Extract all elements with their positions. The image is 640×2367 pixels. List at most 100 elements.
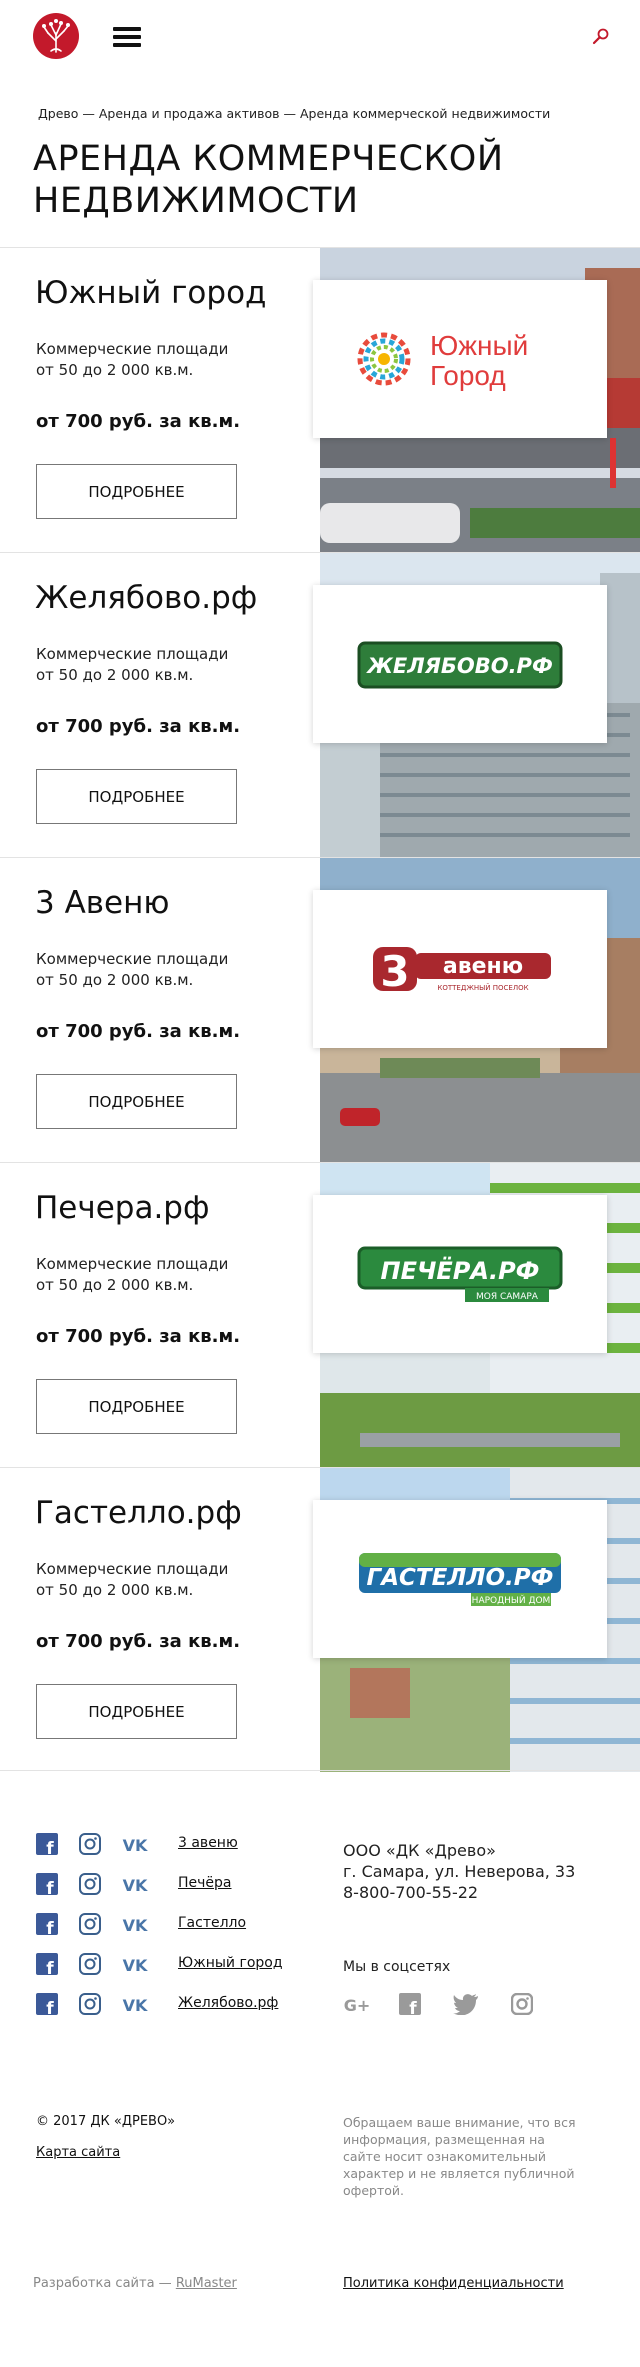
vk-icon[interactable]: VK [119,1953,151,1975]
sitemap-link[interactable]: Карта сайта [36,2145,120,2160]
svg-text:VK: VK [123,1996,148,2015]
project-logo-subtext: МОЯ САМАРА [476,1292,539,1302]
project-card: 3 Авеню Коммерческие площади от 50 до 2 0… [0,857,640,1162]
site-footer: f VK 3 авеню f VK Печёра f VK Гастелло f… [0,1770,640,2367]
project-area-label: Коммерческие площади [36,950,229,968]
details-button[interactable]: ПОДРОБНЕЕ [36,464,237,519]
details-button[interactable]: ПОДРОБНЕЕ [36,1074,237,1129]
privacy-policy-link[interactable]: Политика конфиденциальности [343,2276,564,2291]
project-price: от 700 руб. за кв.м. [36,1631,241,1652]
svg-text:f: f [409,1999,417,2015]
project-logo: ПЕЧЁРА.РФ МОЯ САМАРА [313,1195,607,1353]
project-card: Южный город Коммерческие площади от 50 до… [0,247,640,552]
project-description: Коммерческие площади от 50 до 2 000 кв.м. [36,644,296,686]
project-description: Коммерческие площади от 50 до 2 000 кв.м. [36,339,296,381]
site-header [0,0,640,74]
project-logo-subtext: НАРОДНЫЙ ДОМ [472,1594,551,1606]
vk-icon[interactable]: VK [119,1873,151,1895]
instagram-icon[interactable] [79,1833,101,1855]
instagram-icon[interactable] [79,1873,101,1895]
developer-prefix: Разработка сайта — [33,2276,172,2291]
facebook-icon[interactable]: f [36,1993,58,2019]
twitter-icon[interactable] [453,1993,479,2016]
project-area-label: Коммерческие площади [36,1255,229,1273]
facebook-icon[interactable]: f [36,1833,58,1859]
tree-logo[interactable] [33,13,79,59]
project-price: от 700 руб. за кв.м. [36,1021,241,1042]
company-phone[interactable]: 8-800-700-55-22 [343,1882,478,1903]
project-price: от 700 руб. за кв.м. [36,411,241,432]
legal-notice: Обращаем ваше внимание, что вся информац… [343,2115,576,2198]
vk-icon[interactable]: VK [119,1833,151,1855]
project-area-label: Коммерческие площади [36,340,229,358]
details-button[interactable]: ПОДРОБНЕЕ [36,769,237,824]
project-logo: ГАСТЕЛЛО.РФ НАРОДНЫЙ ДОМ [313,1500,607,1658]
project-area-range: от 50 до 2 000 кв.м. [36,971,194,989]
details-button[interactable]: ПОДРОБНЕЕ [36,1379,237,1434]
vk-icon[interactable]: VK [119,1913,151,1935]
project-title[interactable]: Гастелло.рф [35,1495,242,1531]
project-title[interactable]: Печера.рф [35,1190,209,1226]
facebook-icon[interactable]: f [399,1993,421,2019]
instagram-icon[interactable] [79,1913,101,1935]
project-description: Коммерческие площади от 50 до 2 000 кв.м. [36,1254,296,1296]
project-description: Коммерческие площади от 50 до 2 000 кв.м. [36,1559,296,1601]
project-area-range: от 50 до 2 000 кв.м. [36,361,194,379]
project-area-range: от 50 до 2 000 кв.м. [36,1581,194,1599]
project-logo-text: ПЕЧЁРА.РФ [381,1256,540,1285]
project-price: от 700 руб. за кв.м. [36,1326,241,1347]
copyright: © 2017 ДК «ДРЕВО» [36,2114,176,2129]
project-title[interactable]: Желябово.рф [35,580,257,616]
details-button[interactable]: ПОДРОБНЕЕ [36,1684,237,1739]
project-card: Желябово.рф Коммерческие площади от 50 до… [0,552,640,857]
project-title[interactable]: Южный город [35,275,266,311]
svg-text:VK: VK [123,1836,148,1855]
project-title[interactable]: 3 Авеню [35,885,170,921]
svg-text:f: f [46,1959,54,1975]
project-price: от 700 руб. за кв.м. [36,716,241,737]
company-name: ООО «ДК «Древо» [343,1841,496,1860]
search-icon[interactable] [592,27,610,45]
instagram-icon[interactable] [79,1993,101,2015]
google-plus-icon[interactable]: G+ [343,1993,373,2015]
facebook-icon[interactable]: f [36,1873,58,1899]
facebook-icon[interactable]: f [36,1913,58,1939]
instagram-icon[interactable] [510,1992,534,2016]
page-title: Аренда коммерческой недвижимости [33,139,504,221]
social-link-gastello[interactable]: Гастелло [178,1915,246,1931]
project-logo-subtext: КОТТЕДЖНЫЙ ПОСЕЛОК [437,983,528,992]
svg-text:f: f [46,1839,54,1855]
svg-text:3: 3 [380,947,409,996]
project-logo-text: ЖЕЛЯБОВО.РФ [365,654,553,678]
company-address: г. Самара, ул. Неверова, 33 [343,1862,576,1881]
project-logo-text: Южный [430,330,528,361]
svg-text:f: f [46,1879,54,1895]
instagram-icon[interactable] [79,1953,101,1975]
project-description: Коммерческие площади от 50 до 2 000 кв.м. [36,949,296,991]
social-link-zhelyabovo[interactable]: Желябово.рф [178,1995,278,2011]
project-area-range: от 50 до 2 000 кв.м. [36,1276,194,1294]
hamburger-icon[interactable] [113,27,141,47]
project-logo-text: авеню [443,954,523,979]
social-link-3-avenue[interactable]: 3 авеню [178,1835,238,1851]
breadcrumb[interactable]: Древо — Аренда и продажа активов — Аренд… [38,106,618,121]
project-logo: 3 авеню КОТТЕДЖНЫЙ ПОСЕЛОК [313,890,607,1048]
project-card: Гастелло.рф Коммерческие площади от 50 до… [0,1467,640,1772]
svg-text:f: f [46,1999,54,2015]
project-logo: ЖЕЛЯБОВО.РФ [313,585,607,743]
company-social-icons: G+ f [343,1992,543,2019]
svg-text:VK: VK [123,1956,148,1975]
facebook-icon[interactable]: f [36,1953,58,1979]
project-area-range: от 50 до 2 000 кв.м. [36,666,194,684]
project-logo: Южный Город [313,280,607,438]
svg-text:G+: G+ [344,1996,371,2015]
social-link-yuzhny-gorod[interactable]: Южный город [178,1955,283,1971]
vk-icon[interactable]: VK [119,1993,151,2015]
social-link-pechera[interactable]: Печёра [178,1875,232,1891]
project-logo-text: ГАСТЕЛЛО.РФ [367,1565,554,1591]
svg-text:VK: VK [123,1876,148,1895]
developer-link[interactable]: RuMaster [176,2276,237,2291]
svg-text:VK: VK [123,1916,148,1935]
project-list: Южный город Коммерческие площади от 50 до… [0,247,640,1772]
project-logo-text: Город [430,360,506,391]
